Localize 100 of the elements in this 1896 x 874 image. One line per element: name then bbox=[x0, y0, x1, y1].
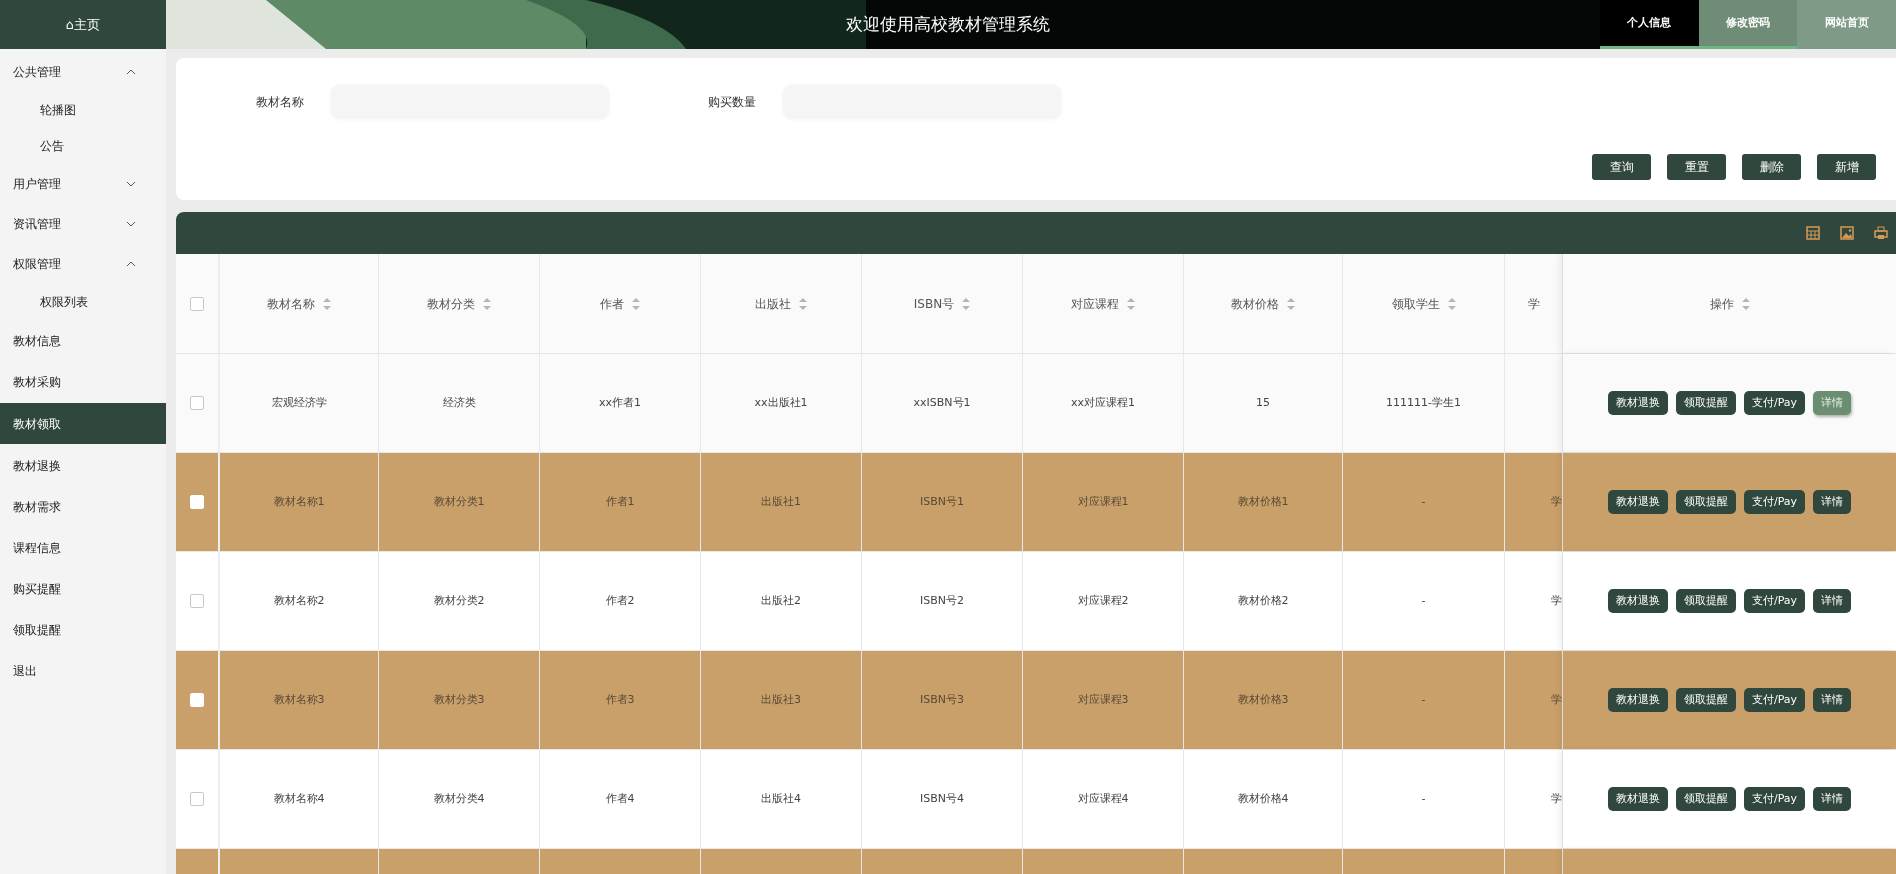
row-action-button[interactable]: 领取提醒 bbox=[1675, 391, 1736, 415]
table-cell-text: 教材分类1 bbox=[433, 493, 485, 510]
row-action-button[interactable]: 领取提醒 bbox=[1675, 787, 1736, 811]
table-cell-text: - bbox=[1421, 691, 1426, 708]
sidebar-item[interactable]: 退出 bbox=[0, 650, 166, 691]
row-action-button[interactable]: 支付/Pay bbox=[1743, 391, 1806, 415]
column-header: 学 bbox=[1527, 295, 1540, 313]
column-header: 教材价格 bbox=[1231, 295, 1279, 313]
row-action-button[interactable]: 教材退换 bbox=[1607, 688, 1668, 712]
row-action-button[interactable]: 支付/Pay bbox=[1743, 787, 1806, 811]
table-cell-text: 111111-学生1 bbox=[1386, 394, 1461, 411]
row-action-button[interactable]: 领取提醒 bbox=[1675, 589, 1736, 613]
row-action-button[interactable]: 教材退换 bbox=[1607, 589, 1668, 613]
table-cell-text: 教材价格1 bbox=[1237, 493, 1289, 510]
table-cell-text: 教材分类2 bbox=[433, 592, 485, 609]
row-action-button[interactable]: 详情 bbox=[1813, 490, 1852, 514]
checkbox[interactable] bbox=[190, 792, 204, 806]
table-cell-text: ISBN号4 bbox=[920, 790, 964, 807]
table-cell-text: xx出版社1 bbox=[754, 394, 808, 411]
row-action-button[interactable]: 支付/Pay bbox=[1743, 688, 1806, 712]
table-cell-text: 教材分类4 bbox=[433, 790, 485, 807]
sidebar-item[interactable]: 公共管理 bbox=[0, 52, 166, 92]
sidebar-item[interactable]: 教材采购 bbox=[0, 361, 166, 402]
sidebar-item[interactable]: 权限管理 bbox=[0, 244, 166, 284]
row-action-button[interactable]: 教材退换 bbox=[1607, 787, 1668, 811]
table-cell-text: 教材价格3 bbox=[1237, 691, 1289, 708]
sidebar-item[interactable]: 用户管理 bbox=[0, 164, 166, 204]
table-cell-text: - bbox=[1421, 493, 1426, 510]
column-header: 作者 bbox=[600, 295, 624, 313]
print-icon[interactable] bbox=[1874, 226, 1888, 240]
sidebar-item[interactable]: 教材领取 bbox=[0, 403, 166, 444]
row-action-button[interactable]: 支付/Pay bbox=[1743, 490, 1806, 514]
column-header: 教材分类 bbox=[427, 295, 475, 313]
row-action-button[interactable]: 详情 bbox=[1813, 688, 1852, 712]
image-icon[interactable] bbox=[1840, 226, 1854, 240]
sort-icon[interactable] bbox=[1741, 297, 1750, 310]
column-header: 出版社 bbox=[755, 295, 791, 313]
table-cell-text: 出版社1 bbox=[761, 493, 801, 510]
sidebar-subitem[interactable]: 公告 bbox=[0, 128, 166, 164]
table-cell-text: ISBN号3 bbox=[920, 691, 964, 708]
table-cell-text: 对应课程4 bbox=[1077, 790, 1129, 807]
column-header: 教材名称 bbox=[267, 295, 315, 313]
page-title: 欢迎使用高校教材管理系统 bbox=[846, 12, 1050, 36]
checkbox[interactable] bbox=[190, 396, 204, 410]
chevron-up-icon bbox=[126, 261, 136, 267]
action-button[interactable]: 新增 bbox=[1817, 154, 1876, 180]
sidebar-item[interactable]: 教材信息 bbox=[0, 320, 166, 361]
field-label: 教材名称 bbox=[256, 94, 305, 111]
row-action-button[interactable]: 教材退换 bbox=[1607, 391, 1668, 415]
table-cell-text: 作者4 bbox=[605, 790, 635, 807]
sidebar-item[interactable]: 教材需求 bbox=[0, 486, 166, 527]
row-action-button[interactable]: 领取提醒 bbox=[1675, 490, 1736, 514]
sidebar-item[interactable]: 教材退换 bbox=[0, 445, 166, 486]
sort-icon[interactable] bbox=[799, 297, 807, 310]
table-row[interactable]: 宏观经济学 经济类 xx作者1 xx出版社1 xxISBN号1 xx对应课程1 15 111111-学生1 教材退换 领取提醒 支付/Pay 详情 bbox=[176, 354, 1896, 453]
chevron-down-icon bbox=[126, 181, 136, 187]
table-cell-text: 出版社4 bbox=[761, 790, 801, 807]
sidebar-item[interactable]: 资讯管理 bbox=[0, 204, 166, 244]
row-action-button[interactable]: 领取提醒 bbox=[1675, 688, 1736, 712]
sidebar-subitem[interactable]: 轮播图 bbox=[0, 92, 166, 128]
row-action-button[interactable]: 支付/Pay bbox=[1743, 589, 1806, 613]
action-button[interactable]: 删除 bbox=[1742, 154, 1801, 180]
sidebar-item[interactable]: 购买提醒 bbox=[0, 568, 166, 609]
action-button[interactable]: 查询 bbox=[1592, 154, 1651, 180]
row-action-button[interactable]: 详情 bbox=[1813, 787, 1852, 811]
table-cell-text: xxISBN号1 bbox=[913, 394, 971, 411]
nav-tab[interactable]: 修改密码 bbox=[1698, 0, 1798, 49]
table-cell-text: 出版社3 bbox=[761, 691, 801, 708]
table-row[interactable]: 教材名称1 教材分类1 作者1 出版社1 ISBN号1 对应课程1 教材价格1 - 学 教材退换 领取提醒 支付/Pay 详情 bbox=[176, 453, 1896, 552]
table-row[interactable]: 教材名称3 教材分类3 作者3 出版社3 ISBN号3 对应课程3 教材价格3 - 学 教材退换 领取提醒 支付/Pay 详情 bbox=[176, 651, 1896, 750]
table-row[interactable]: 教材名称4 教材分类4 作者4 出版社4 ISBN号4 对应课程4 教材价格4 - 学 教材退换 领取提醒 支付/Pay 详情 bbox=[176, 750, 1896, 849]
sort-icon[interactable] bbox=[1287, 297, 1295, 310]
column-header: 对应课程 bbox=[1071, 295, 1119, 313]
column-header: ISBN号 bbox=[913, 295, 955, 313]
checkbox[interactable] bbox=[190, 296, 204, 311]
sidebar-item[interactable]: 课程信息 bbox=[0, 527, 166, 568]
chevron-up-icon bbox=[126, 69, 136, 75]
nav-tab[interactable]: 个人信息 bbox=[1600, 0, 1699, 49]
table-cell-text: ISBN号1 bbox=[920, 493, 964, 510]
sort-icon[interactable] bbox=[323, 297, 331, 310]
sort-icon[interactable] bbox=[1127, 297, 1135, 310]
table-export-icon[interactable] bbox=[1806, 226, 1820, 240]
table-row[interactable]: 教材名称2 教材分类2 作者2 出版社2 ISBN号2 对应课程2 教材价格2 - 学 教材退换 领取提醒 支付/Pay 详情 bbox=[176, 552, 1896, 651]
row-action-button[interactable]: 教材退换 bbox=[1607, 490, 1668, 514]
action-button[interactable]: 重置 bbox=[1667, 154, 1726, 180]
table-cell-text: 教材名称3 bbox=[273, 691, 325, 708]
table-cell-text: 学 bbox=[1551, 592, 1562, 609]
sort-icon[interactable] bbox=[962, 297, 971, 310]
home-link[interactable]: ⌂主页 bbox=[0, 0, 166, 49]
table-cell-text: 教材分类3 bbox=[433, 691, 485, 708]
sort-icon[interactable] bbox=[483, 297, 491, 310]
sort-icon[interactable] bbox=[632, 297, 640, 310]
table-cell-text: 教材价格2 bbox=[1237, 592, 1289, 609]
checkbox[interactable] bbox=[190, 594, 204, 608]
table-cell-text: 教材名称1 bbox=[273, 493, 325, 510]
sidebar-item[interactable]: 领取提醒 bbox=[0, 609, 166, 650]
sidebar-subitem[interactable]: 权限列表 bbox=[0, 284, 166, 320]
table-cell-text: 作者2 bbox=[605, 592, 635, 609]
row-action-button[interactable]: 详情 bbox=[1813, 589, 1852, 613]
sort-icon[interactable] bbox=[1447, 297, 1456, 310]
